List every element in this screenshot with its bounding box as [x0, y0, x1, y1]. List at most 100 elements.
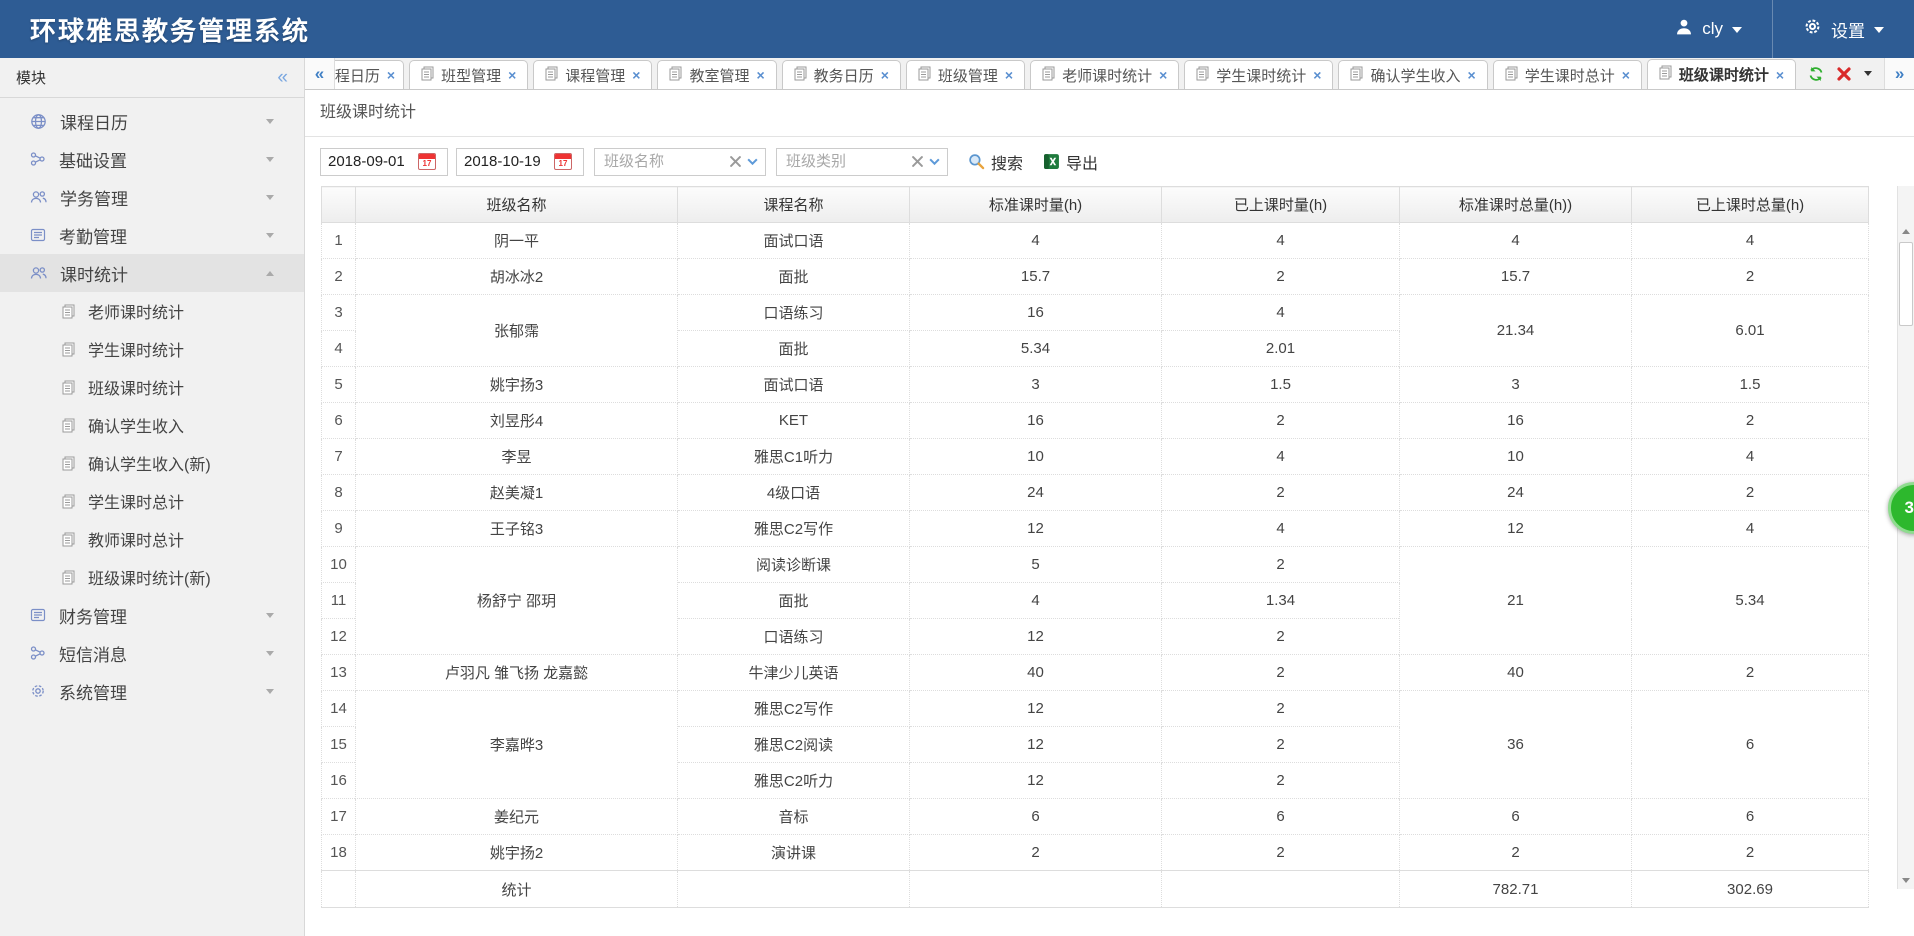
cell-standard-total[interactable]: 36 — [1400, 691, 1632, 799]
search-button[interactable]: 搜索 — [968, 150, 1023, 174]
cell-completed-hours[interactable]: 2.01 — [1162, 331, 1400, 367]
table-row[interactable]: 1阴一平面试口语4444 — [322, 223, 1869, 259]
cell-completed-total[interactable]: 4 — [1632, 223, 1869, 259]
cell-course-name[interactable]: 雅思C2写作 — [678, 511, 910, 547]
cell-row-number[interactable]: 2 — [322, 259, 356, 295]
date-to-input[interactable] — [457, 152, 551, 171]
cell-standard-hours[interactable]: 4 — [910, 223, 1162, 259]
cell-completed-hours[interactable]: 2 — [1162, 727, 1400, 763]
cell-row-number[interactable]: 17 — [322, 799, 356, 835]
table-row[interactable]: 9王子铭3雅思C2写作124124 — [322, 511, 1869, 547]
export-button[interactable]: 导出 — [1043, 150, 1098, 174]
cell-completed-hours[interactable]: 4 — [1162, 439, 1400, 475]
cell-completed-total[interactable]: 4 — [1632, 439, 1869, 475]
tab-班级管理[interactable]: 班级管理× — [906, 60, 1025, 89]
cell-course-name[interactable]: 演讲课 — [678, 835, 910, 871]
sidebar-collapse-icon[interactable]: « — [277, 68, 288, 87]
cell-standard-hours[interactable]: 16 — [910, 403, 1162, 439]
cell-completed-total[interactable]: 2 — [1632, 475, 1869, 511]
user-menu[interactable]: cly — [1645, 0, 1772, 58]
scroll-down-button[interactable] — [1898, 872, 1914, 889]
cell-standard-hours[interactable]: 15.7 — [910, 259, 1162, 295]
cell-class-name[interactable]: 李嘉晔3 — [356, 691, 678, 799]
cell-course-name[interactable]: 阅读诊断课 — [678, 547, 910, 583]
cell-completed-total[interactable]: 2 — [1632, 259, 1869, 295]
cell-completed-hours[interactable]: 1.34 — [1162, 583, 1400, 619]
sidebar-group-4[interactable]: 课时统计 — [0, 254, 304, 292]
sidebar-item-老师课时统计[interactable]: 老师课时统计 — [0, 292, 304, 330]
cell-standard-total[interactable]: 10 — [1400, 439, 1632, 475]
cell-class-name[interactable]: 李昱 — [356, 439, 678, 475]
cell-standard-total[interactable]: 2 — [1400, 835, 1632, 871]
cell-course-name[interactable]: 4级口语 — [678, 475, 910, 511]
table-row[interactable]: 5姚宇扬3面试口语31.531.5 — [322, 367, 1869, 403]
table-row[interactable]: 3张郁霈口语练习16421.346.01 — [322, 295, 1869, 331]
cell-row-number[interactable]: 11 — [322, 583, 356, 619]
cell-course-name[interactable]: 牛津少儿英语 — [678, 655, 910, 691]
cell-row-number[interactable]: 18 — [322, 835, 356, 871]
cell-row-number[interactable]: 7 — [322, 439, 356, 475]
cell-class-name[interactable]: 卢羽凡 雏飞扬 龙嘉懿 — [356, 655, 678, 691]
cell-standard-hours[interactable]: 5 — [910, 547, 1162, 583]
cell-standard-total[interactable]: 24 — [1400, 475, 1632, 511]
cell-standard-total[interactable]: 3 — [1400, 367, 1632, 403]
table-row[interactable]: 10杨舒宁 邵玥阅读诊断课52215.34 — [322, 547, 1869, 583]
cell-completed-total[interactable]: 6 — [1632, 691, 1869, 799]
cell-class-name[interactable]: 姚宇扬3 — [356, 367, 678, 403]
cell-standard-hours[interactable]: 12 — [910, 511, 1162, 547]
tabs-scroll-right-button[interactable]: » — [1884, 58, 1914, 89]
calendar-icon[interactable]: 17 — [415, 153, 439, 170]
cell-completed-hours[interactable]: 2 — [1162, 691, 1400, 727]
cell-class-name[interactable]: 胡冰冰2 — [356, 259, 678, 295]
cell-standard-total[interactable]: 15.7 — [1400, 259, 1632, 295]
cell-course-name[interactable]: 雅思C2听力 — [678, 763, 910, 799]
sidebar-item-班级课时统计[interactable]: 班级课时统计 — [0, 368, 304, 406]
tab-close-icon[interactable]: × — [1622, 68, 1630, 82]
tabs-scroll-left-button[interactable]: « — [305, 58, 335, 89]
clear-icon[interactable] — [912, 156, 923, 167]
chevron-down-icon[interactable] — [928, 155, 941, 168]
cell-course-name[interactable]: 面批 — [678, 259, 910, 295]
cell-class-name[interactable]: 赵美凝1 — [356, 475, 678, 511]
chevron-down-icon[interactable] — [746, 155, 759, 168]
cell-course-name[interactable]: 面试口语 — [678, 223, 910, 259]
cell-completed-total[interactable]: 6 — [1632, 799, 1869, 835]
cell-class-name[interactable]: 张郁霈 — [356, 295, 678, 367]
cell-standard-hours[interactable]: 6 — [910, 799, 1162, 835]
tab-课程日历[interactable]: 课程日历× — [335, 60, 404, 89]
cell-standard-total[interactable]: 21.34 — [1400, 295, 1632, 367]
tab-close-icon[interactable]: × — [632, 68, 640, 82]
tab-close-icon[interactable]: × — [1776, 68, 1784, 82]
tab-学生课时统计[interactable]: 学生课时统计× — [1184, 60, 1333, 89]
calendar-icon[interactable]: 17 — [551, 153, 575, 170]
column-header-rownum[interactable] — [322, 187, 356, 223]
cell-row-number[interactable]: 14 — [322, 691, 356, 727]
column-header[interactable]: 已上课时总量(h) — [1632, 187, 1869, 223]
cell-course-name[interactable]: KET — [678, 403, 910, 439]
table-row[interactable]: 7李昱雅思C1听力104104 — [322, 439, 1869, 475]
cell-row-number[interactable]: 10 — [322, 547, 356, 583]
tab-确认学生收入[interactable]: 确认学生收入× — [1338, 60, 1487, 89]
cell-standard-hours[interactable]: 12 — [910, 691, 1162, 727]
cell-standard-total[interactable]: 6 — [1400, 799, 1632, 835]
cell-standard-total[interactable]: 12 — [1400, 511, 1632, 547]
sidebar-item-班级课时统计(新)[interactable]: 班级课时统计(新) — [0, 558, 304, 596]
refresh-icon[interactable] — [1808, 66, 1824, 82]
cell-completed-total[interactable]: 4 — [1632, 511, 1869, 547]
cell-standard-hours[interactable]: 5.34 — [910, 331, 1162, 367]
column-header[interactable]: 课程名称 — [678, 187, 910, 223]
table-row[interactable]: 6刘昱彤4KET162162 — [322, 403, 1869, 439]
cell-course-name[interactable]: 口语练习 — [678, 619, 910, 655]
cell-row-number[interactable]: 15 — [322, 727, 356, 763]
class-type-input[interactable] — [784, 152, 907, 171]
cell-completed-hours[interactable]: 2 — [1162, 619, 1400, 655]
cell-completed-hours[interactable]: 6 — [1162, 799, 1400, 835]
column-header[interactable]: 已上课时量(h) — [1162, 187, 1400, 223]
column-header[interactable]: 标准课时量(h) — [910, 187, 1162, 223]
sidebar-item-确认学生收入[interactable]: 确认学生收入 — [0, 406, 304, 444]
cell-completed-total[interactable]: 2 — [1632, 403, 1869, 439]
sidebar-group-5[interactable]: 财务管理 — [0, 596, 304, 634]
cell-row-number[interactable]: 3 — [322, 295, 356, 331]
cell-completed-hours[interactable]: 2 — [1162, 763, 1400, 799]
tab-教室管理[interactable]: 教室管理× — [657, 60, 776, 89]
